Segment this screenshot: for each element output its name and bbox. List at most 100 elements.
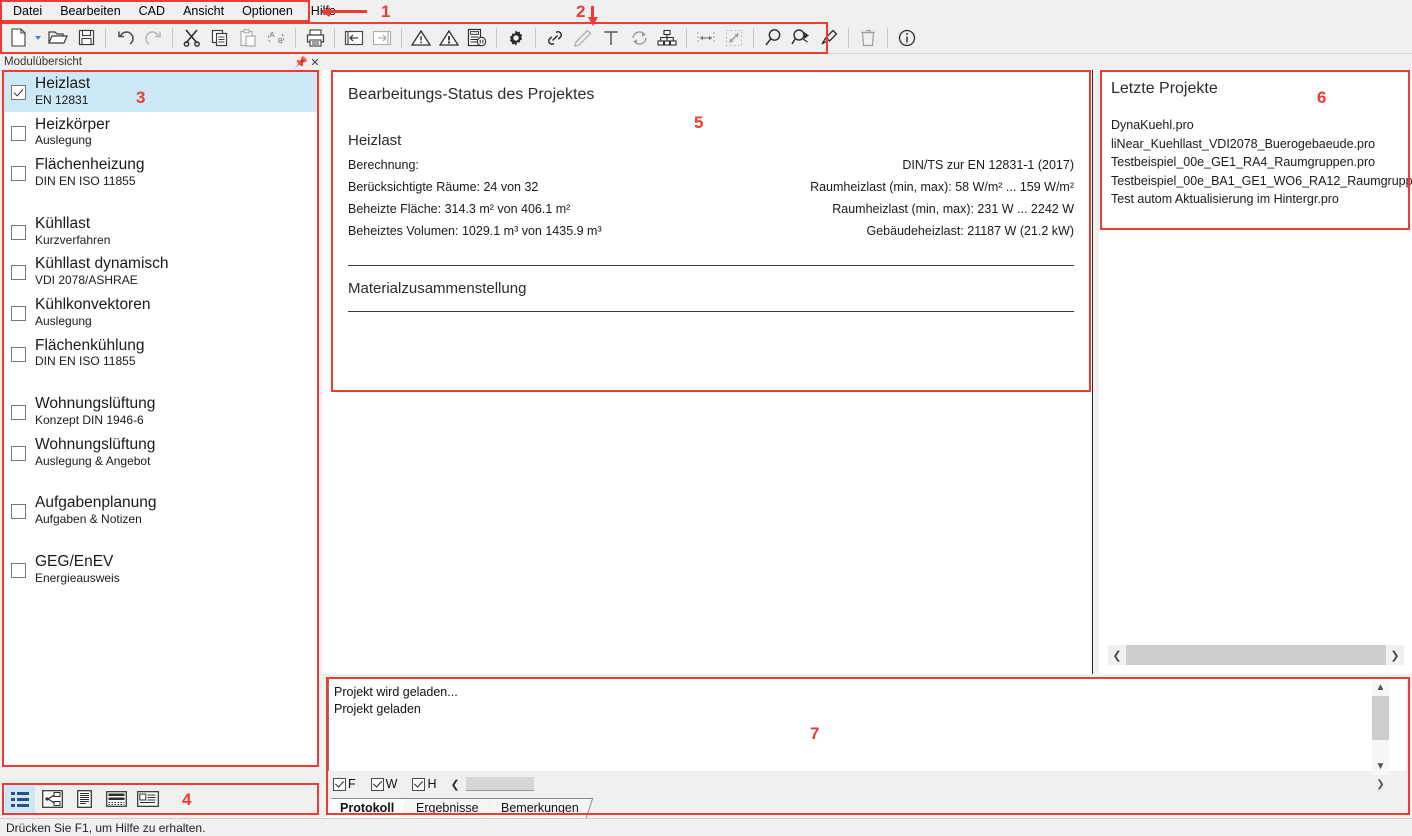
- scrollbar-track[interactable]: [1372, 740, 1389, 758]
- menu-item-datei[interactable]: Datei: [4, 2, 51, 20]
- text-tool-icon[interactable]: [598, 25, 624, 51]
- list-item[interactable]: Testbeispiel_00e_GE1_RA4_Raumgruppen.pro: [1111, 153, 1412, 172]
- scrollbar-thumb[interactable]: [1372, 696, 1389, 740]
- list-item[interactable]: Heizlast EN 12831: [3, 71, 318, 112]
- undo-icon[interactable]: [112, 25, 138, 51]
- new-document-dropdown-arrow-icon[interactable]: [32, 25, 44, 51]
- warning-icon[interactable]: [408, 25, 434, 51]
- calculator-pause-icon[interactable]: [464, 25, 490, 51]
- chevron-right-icon[interactable]: ❯: [1372, 776, 1389, 793]
- card-view-icon[interactable]: [133, 785, 163, 813]
- redo-icon[interactable]: [140, 25, 166, 51]
- list-item[interactable]: Wohnungslüftung Konzept DIN 1946-6: [3, 391, 318, 432]
- list-item[interactable]: Kühlkonvektoren Auslegung: [3, 292, 318, 333]
- paste-icon[interactable]: [235, 25, 261, 51]
- zoom-select-icon[interactable]: [788, 25, 814, 51]
- filter-checkbox-f[interactable]: [333, 777, 346, 791]
- toolbar-separator: [535, 27, 536, 48]
- log-filter-input[interactable]: [465, 777, 534, 791]
- document-list-view-icon[interactable]: [69, 785, 99, 813]
- module-checkbox[interactable]: [11, 224, 26, 240]
- module-text: Wohnungslüftung Auslegung & Angebot: [35, 436, 155, 469]
- module-name: Wohnungslüftung: [35, 395, 156, 413]
- chevron-down-icon[interactable]: ▼: [1372, 758, 1389, 775]
- eyedropper-icon[interactable]: [816, 25, 842, 51]
- print-icon[interactable]: [302, 25, 328, 51]
- export-arrow-icon[interactable]: [369, 25, 395, 51]
- list-item[interactable]: DynaKuehl.pro: [1111, 116, 1412, 135]
- pencil-icon[interactable]: [570, 25, 596, 51]
- module-checkbox[interactable]: [11, 306, 26, 322]
- tab-protokoll[interactable]: Protokoll: [324, 798, 409, 818]
- chevron-left-icon[interactable]: ❮: [1108, 645, 1126, 665]
- link-icon[interactable]: [542, 25, 568, 51]
- module-checkbox[interactable]: [11, 405, 26, 421]
- info-icon[interactable]: [894, 25, 920, 51]
- list-item[interactable]: GEG/EnEV Energieausweis: [3, 549, 318, 590]
- annotation-number-6: 6: [1317, 88, 1327, 107]
- close-icon[interactable]: ✕: [308, 56, 322, 69]
- list-item[interactable]: Aufgabenplanung Aufgaben & Notizen: [3, 490, 318, 531]
- hierarchy-icon[interactable]: [654, 25, 680, 51]
- log-vertical-scrollbar[interactable]: ▲ ▼: [1372, 679, 1389, 775]
- list-item[interactable]: liNear_Kuehllast_VDI2078_Buerogebaeude.p…: [1111, 135, 1412, 154]
- warning-filled-icon[interactable]: [436, 25, 462, 51]
- cut-scissors-icon[interactable]: [179, 25, 205, 51]
- module-checkbox[interactable]: [11, 346, 26, 362]
- gear-icon[interactable]: [503, 25, 529, 51]
- module-text: Flächenkühlung DIN EN ISO 11855: [35, 337, 144, 370]
- filter-checkbox-w[interactable]: [370, 777, 384, 791]
- module-checkbox[interactable]: [11, 85, 26, 100]
- measure-horizontal-icon[interactable]: [693, 25, 719, 51]
- list-item[interactable]: Kühllast Kurzverfahren: [3, 211, 318, 252]
- recent-projects-horizontal-scrollbar[interactable]: ❮ ❯: [1108, 645, 1404, 665]
- copy-icon[interactable]: [207, 25, 233, 51]
- replace-ab-icon[interactable]: AB: [263, 25, 289, 51]
- menu-item-bearbeiten[interactable]: Bearbeiten: [51, 2, 129, 20]
- filter-label-f: F: [348, 777, 356, 791]
- module-name: Flächenkühlung: [35, 336, 145, 354]
- list-item[interactable]: Flächenheizung DIN EN ISO 11855: [3, 152, 318, 193]
- module-text: Heizkörper Auslegung: [35, 116, 110, 149]
- svg-text:B: B: [278, 38, 283, 45]
- module-checkbox[interactable]: [11, 125, 26, 141]
- menu-item-optionen[interactable]: Optionen: [233, 2, 302, 20]
- module-checkbox[interactable]: [11, 445, 26, 461]
- pin-icon[interactable]: 📌: [294, 56, 308, 69]
- import-arrow-icon[interactable]: [341, 25, 367, 51]
- module-list-view-icon[interactable]: [5, 785, 35, 813]
- module-checkbox[interactable]: [11, 504, 26, 520]
- menu-item-ansicht[interactable]: Ansicht: [174, 2, 233, 20]
- refresh-circle-icon[interactable]: [626, 25, 652, 51]
- status-row-right: Raumheizlast (min, max): 58 W/m² ... 159…: [810, 180, 1074, 194]
- log-output-panel[interactable]: Projekt wird geladen... Projekt geladen: [328, 679, 1406, 771]
- table-view-icon[interactable]: [101, 785, 131, 813]
- list-item[interactable]: Wohnungslüftung Auslegung & Angebot: [3, 432, 318, 473]
- list-item[interactable]: Testbeispiel_00e_BA1_GE1_WO6_RA12_Raumgr…: [1111, 172, 1412, 191]
- open-folder-icon[interactable]: [45, 25, 71, 51]
- filter-checkbox-h[interactable]: [412, 777, 426, 791]
- tab-bemerkungen[interactable]: Bemerkungen: [485, 798, 593, 818]
- save-disk-icon[interactable]: [73, 25, 99, 51]
- scrollbar-thumb[interactable]: [1126, 645, 1386, 665]
- project-tree-view-icon[interactable]: [37, 785, 67, 813]
- trash-icon[interactable]: [855, 25, 881, 51]
- zoom-icon[interactable]: [760, 25, 786, 51]
- module-name: Flächenheizung: [35, 156, 145, 174]
- chevron-left-icon[interactable]: ❮: [450, 778, 459, 791]
- new-document-icon[interactable]: [5, 25, 31, 51]
- module-checkbox[interactable]: [11, 563, 26, 579]
- module-checkbox[interactable]: [11, 265, 26, 281]
- scrollbar-track[interactable]: [1126, 645, 1386, 665]
- list-item[interactable]: Test autom Aktualisierung im Hintergr.pr…: [1111, 190, 1412, 209]
- module-checkbox[interactable]: [11, 166, 26, 182]
- list-item[interactable]: Heizkörper Auslegung: [3, 112, 318, 153]
- chevron-right-icon[interactable]: ❯: [1386, 645, 1404, 665]
- list-item[interactable]: Kühllast dynamisch VDI 2078/ASHRAE: [3, 251, 318, 292]
- tab-ergebnisse[interactable]: Ergebnisse: [400, 798, 493, 818]
- chevron-up-icon[interactable]: ▲: [1372, 679, 1389, 696]
- menu-item-cad[interactable]: CAD: [130, 2, 174, 20]
- measure-diagonal-icon[interactable]: [721, 25, 747, 51]
- status-row-left: Berechnung:: [348, 158, 419, 172]
- list-item[interactable]: Flächenkühlung DIN EN ISO 11855: [3, 333, 318, 374]
